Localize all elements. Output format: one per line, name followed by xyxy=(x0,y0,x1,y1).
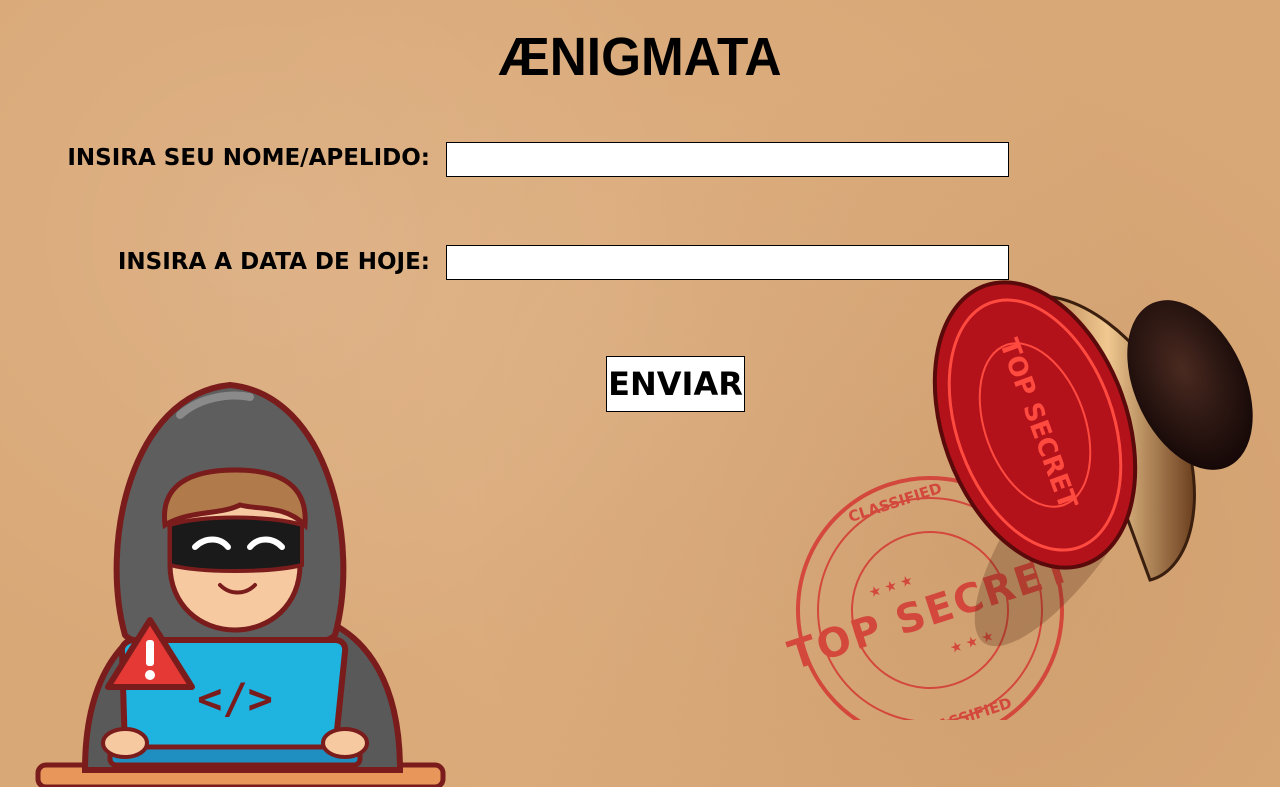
submit-button[interactable]: ENVIAR xyxy=(606,356,745,412)
date-input[interactable] xyxy=(446,245,1009,280)
page-title: ÆNIGMATA xyxy=(498,27,782,87)
hacker-illustration: </> xyxy=(35,381,446,787)
svg-text:</>: </> xyxy=(197,674,273,723)
date-label: INSIRA A DATA DE HOJE: xyxy=(117,249,430,275)
imprint-bottom-text: CLASSIFIED xyxy=(916,694,1014,720)
name-label: INSIRA SEU NOME/APELIDO: xyxy=(67,145,430,171)
imprint-top-text: CLASSIFIED xyxy=(846,479,944,526)
name-input[interactable] xyxy=(446,142,1009,177)
top-secret-stamp-illustration: CLASSIFIED TOP SECRET CLASSIFIED ★ ★ ★ ★… xyxy=(783,280,1253,720)
